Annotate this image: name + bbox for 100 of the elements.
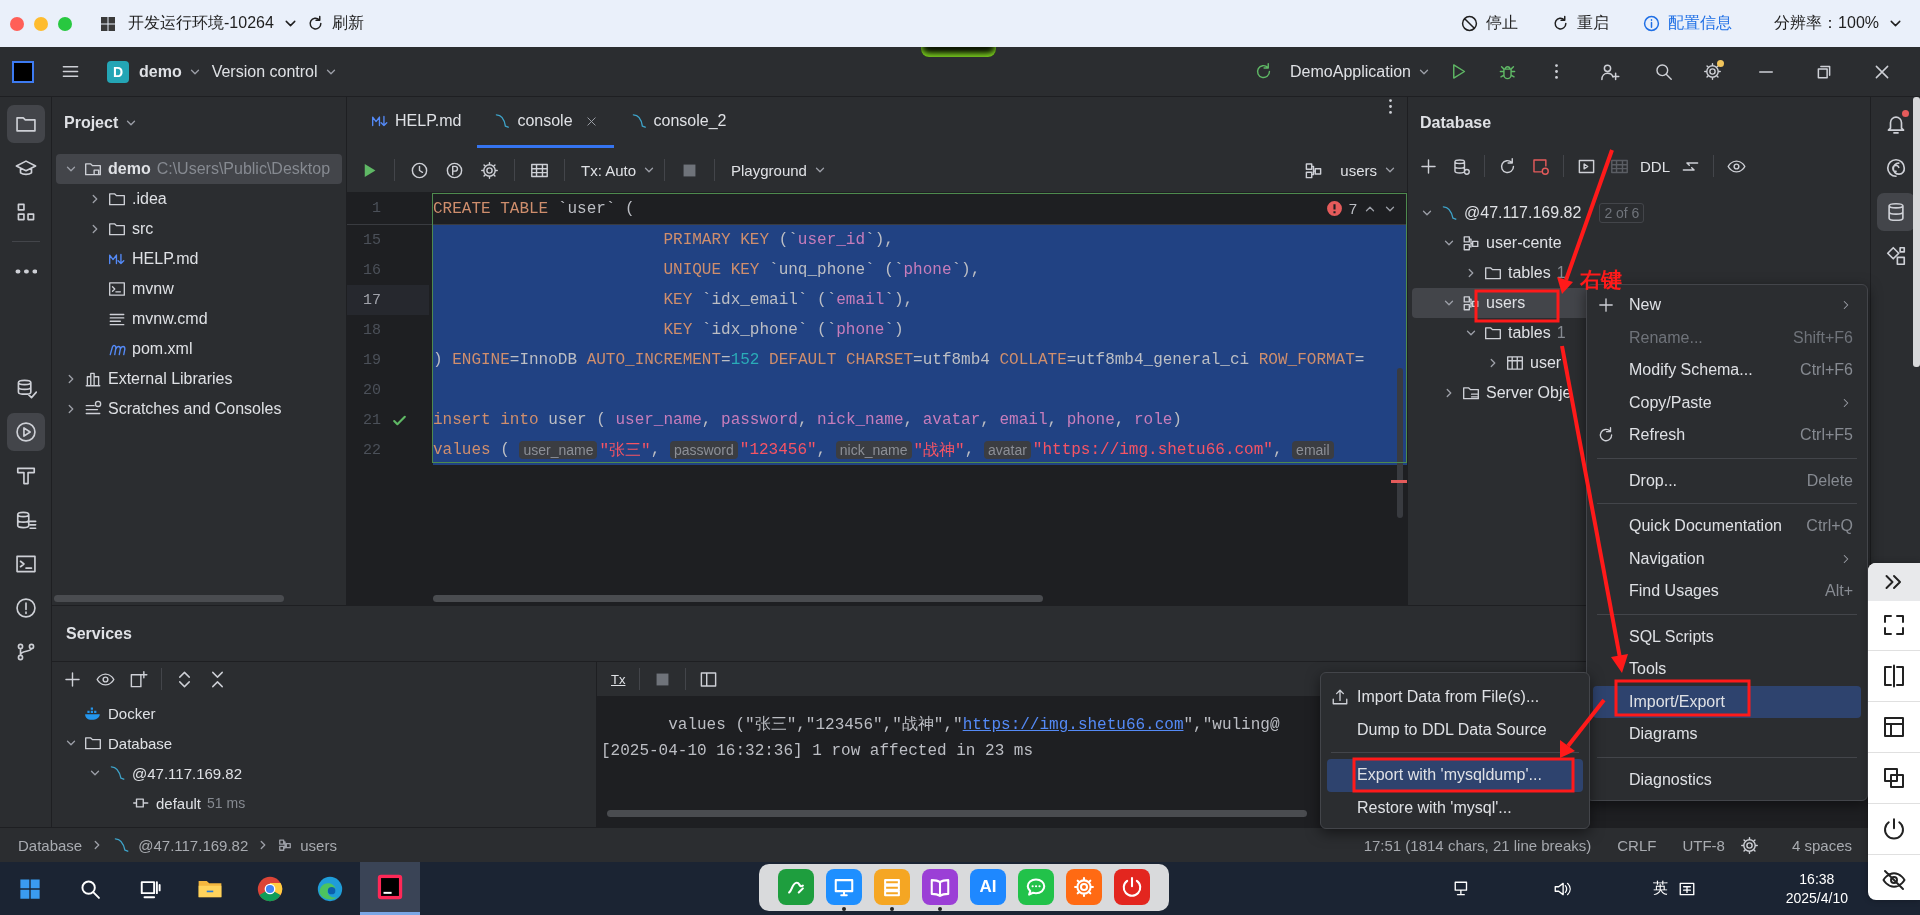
indent-setting[interactable]: 4 spaces bbox=[1791, 836, 1852, 854]
tree-item[interactable]: tables 1 bbox=[1412, 318, 1570, 348]
scrollbar[interactable] bbox=[54, 595, 284, 602]
menu-item[interactable]: Modify Schema... Ctrl+F6 bbox=[1593, 354, 1861, 387]
version-control-menu[interactable]: Version control bbox=[211, 62, 318, 81]
tree-item[interactable]: @47.117.169.82 2 of 6 bbox=[1412, 198, 1649, 228]
split-view-icon[interactable] bbox=[1882, 664, 1906, 688]
info-icon[interactable] bbox=[1643, 15, 1661, 32]
plus-icon[interactable] bbox=[63, 669, 82, 689]
menu-item[interactable]: Navigation bbox=[1593, 542, 1861, 575]
refresh-icon[interactable] bbox=[1552, 15, 1570, 32]
tree-item[interactable]: .idea bbox=[56, 184, 171, 214]
scrollbar[interactable] bbox=[1397, 368, 1403, 518]
caret-position[interactable]: 17:51 (1814 chars, 21 line breaks) bbox=[1363, 836, 1592, 854]
windows-icon[interactable] bbox=[1882, 766, 1906, 790]
add-user-icon[interactable] bbox=[1600, 61, 1620, 82]
mode-dropdown[interactable]: Playground bbox=[731, 161, 807, 179]
menu-item[interactable]: Dump to DDL Data Source bbox=[1327, 713, 1583, 746]
tree-item[interactable]: user-cente bbox=[1412, 228, 1566, 258]
tree-item[interactable]: src bbox=[56, 214, 158, 244]
settings-icon[interactable] bbox=[480, 160, 499, 180]
app-logo-icon[interactable] bbox=[12, 60, 34, 83]
tool-window-button[interactable] bbox=[6, 413, 45, 451]
disconnect-icon[interactable] bbox=[1531, 156, 1550, 176]
run-configuration[interactable]: DemoApplication bbox=[1290, 62, 1411, 81]
settings-icon[interactable] bbox=[1739, 835, 1759, 855]
refresh-link[interactable]: 刷新 bbox=[331, 13, 364, 34]
tree-item[interactable]: demo C:\Users\Public\Desktop bbox=[56, 154, 342, 184]
breadcrumb[interactable]: Database bbox=[18, 836, 83, 854]
tree-item[interactable]: default 51 ms bbox=[56, 788, 250, 818]
config-link[interactable]: 配置信息 bbox=[1668, 13, 1733, 34]
ddl-button[interactable]: DDL bbox=[1640, 157, 1670, 175]
scrollbar[interactable] bbox=[607, 810, 1307, 817]
menu-item[interactable]: Diagrams bbox=[1593, 718, 1861, 751]
tree-item[interactable]: Database bbox=[56, 728, 177, 758]
tree-item[interactable]: mvnw bbox=[56, 274, 178, 304]
tree-item[interactable]: External Libraries bbox=[56, 364, 237, 394]
editor-tab[interactable]: HELP.md bbox=[355, 97, 478, 148]
menu-item[interactable]: Drop... Delete bbox=[1593, 464, 1861, 497]
tool-window-button[interactable] bbox=[1876, 193, 1915, 231]
tree-item[interactable]: Docker bbox=[56, 698, 160, 728]
menu-item[interactable]: Quick Documentation Ctrl+Q bbox=[1593, 510, 1861, 543]
app-launcher[interactable] bbox=[922, 869, 958, 905]
search-icon[interactable] bbox=[1654, 62, 1673, 81]
clock-date[interactable]: 2025/4/10 bbox=[1785, 888, 1848, 907]
tree-item[interactable]: mvnw.cmd bbox=[56, 304, 212, 334]
problem-count[interactable]: 7 bbox=[1348, 200, 1357, 217]
plus-icon[interactable] bbox=[1419, 156, 1438, 176]
transaction-mode-dropdown[interactable]: Tx: Auto bbox=[581, 161, 637, 179]
transaction-button[interactable]: Tx bbox=[611, 671, 626, 687]
database-settings-icon[interactable] bbox=[1452, 156, 1471, 176]
input-language[interactable]: 英 bbox=[1652, 879, 1668, 898]
panel-title[interactable]: Project bbox=[64, 113, 119, 132]
schema-dropdown[interactable]: users bbox=[1340, 161, 1377, 179]
refresh-icon[interactable] bbox=[306, 15, 324, 32]
tree-item[interactable]: HELP.md bbox=[56, 244, 203, 274]
project-selector[interactable]: demo bbox=[139, 62, 182, 81]
settings-icon[interactable] bbox=[1703, 62, 1722, 81]
close-icon[interactable] bbox=[584, 114, 598, 128]
app-launcher[interactable] bbox=[778, 869, 814, 905]
stop-link[interactable]: 停止 bbox=[1486, 13, 1519, 34]
editor-tab[interactable]: console_2 bbox=[613, 97, 743, 148]
tree-item[interactable]: user bbox=[1412, 348, 1566, 378]
tree-item[interactable]: tables 1 bbox=[1412, 258, 1570, 288]
close-button[interactable] bbox=[10, 16, 24, 31]
tree-item[interactable]: Scratches and Consoles bbox=[56, 394, 286, 424]
menu-item[interactable]: Find Usages Alt+ bbox=[1593, 575, 1861, 608]
taskbar-button[interactable] bbox=[360, 862, 420, 915]
scrollbar[interactable] bbox=[433, 595, 1043, 602]
refresh-icon[interactable] bbox=[1498, 156, 1517, 176]
line-ending[interactable]: CRLF bbox=[1617, 836, 1657, 854]
panel-layout-icon[interactable] bbox=[1882, 715, 1906, 739]
history-icon[interactable] bbox=[410, 160, 429, 180]
tree-item[interactable]: @47.117.169.82 bbox=[56, 758, 247, 788]
link[interactable]: https://img.shetu66.com bbox=[962, 716, 1184, 734]
breadcrumb[interactable]: users bbox=[300, 836, 337, 854]
clock-time[interactable]: 16:38 bbox=[1799, 870, 1835, 889]
restart-link[interactable]: 重启 bbox=[1577, 13, 1610, 34]
menu-item[interactable]: Tools bbox=[1593, 653, 1861, 686]
breadcrumb[interactable]: @47.117.169.82 bbox=[138, 836, 249, 854]
scrollbar[interactable] bbox=[1913, 97, 1920, 367]
encoding[interactable]: UTF-8 bbox=[1682, 836, 1725, 854]
add-service-icon[interactable] bbox=[129, 669, 148, 689]
tool-window-button[interactable] bbox=[6, 105, 45, 143]
menu-item[interactable]: SQL Scripts bbox=[1593, 620, 1861, 653]
app-launcher[interactable] bbox=[826, 869, 862, 905]
menu-item[interactable]: Refresh Ctrl+F5 bbox=[1593, 419, 1861, 452]
app-launcher[interactable] bbox=[1114, 869, 1150, 905]
power-icon[interactable] bbox=[1882, 817, 1906, 841]
fullscreen-icon[interactable] bbox=[1882, 613, 1906, 637]
tree-item[interactable]: pom.xml bbox=[56, 334, 197, 364]
stop-icon[interactable] bbox=[1461, 15, 1479, 32]
layout-icon[interactable] bbox=[699, 669, 719, 689]
menu-item[interactable]: Copy/Paste bbox=[1593, 386, 1861, 419]
session-title[interactable]: 开发运行环境-10264 bbox=[128, 13, 274, 34]
resolution-selector[interactable]: 分辨率：100% bbox=[1774, 13, 1879, 34]
app-launcher[interactable] bbox=[1066, 869, 1102, 905]
hidden-icon[interactable] bbox=[1882, 868, 1906, 892]
menu-item[interactable]: Export with 'mysqldump'... bbox=[1327, 759, 1583, 792]
menu-item[interactable]: Diagnostics bbox=[1593, 763, 1861, 796]
